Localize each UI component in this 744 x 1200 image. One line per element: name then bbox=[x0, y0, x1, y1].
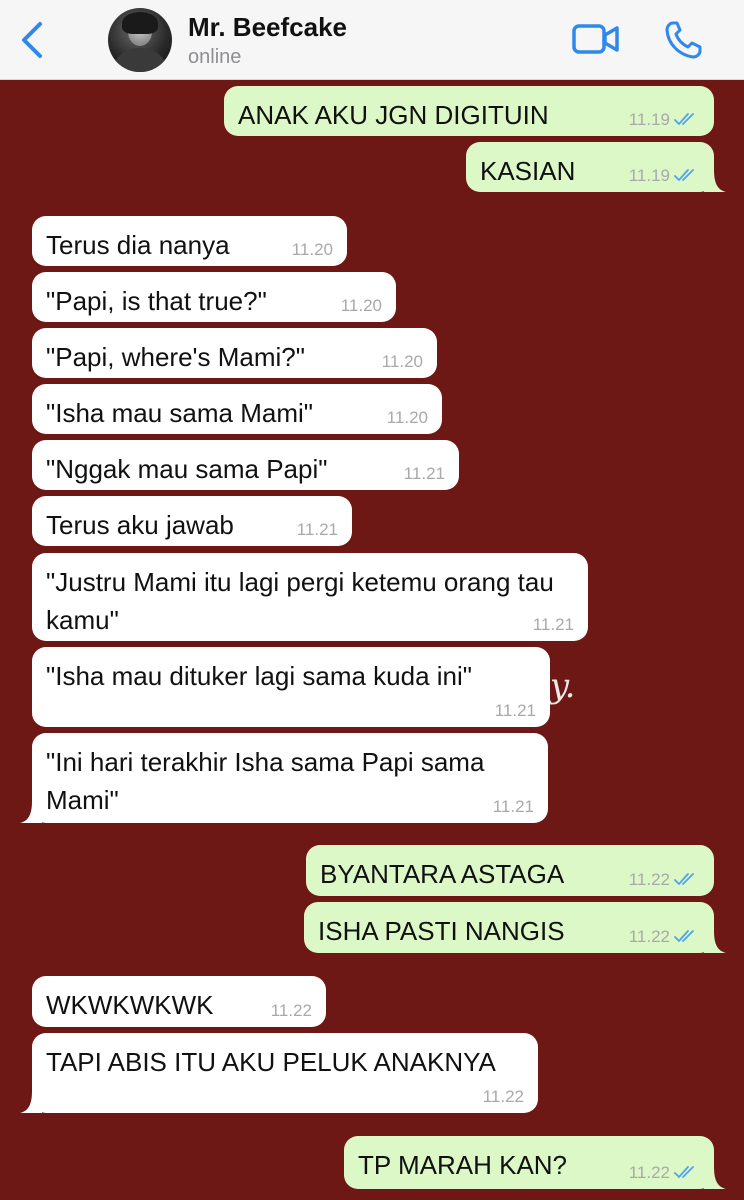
message-time: 11.22 bbox=[628, 1163, 670, 1182]
message-meta: 11.22 bbox=[271, 1001, 312, 1021]
message-time: 11.20 bbox=[386, 408, 428, 427]
message-text: "Papi, is that true?" bbox=[46, 286, 267, 316]
chat-header: Mr. Beefcake online bbox=[0, 0, 744, 80]
message-time: 11.19 bbox=[628, 110, 670, 129]
message-text: TAPI ABIS ITU AKU PELUK ANAKNYA bbox=[46, 1047, 496, 1077]
message-meta: 11.22 bbox=[483, 1087, 524, 1107]
double-check-icon bbox=[674, 930, 694, 942]
message-meta: 11.21 bbox=[404, 464, 445, 484]
contact-status: online bbox=[188, 46, 242, 68]
message-text: Terus dia nanya bbox=[46, 230, 230, 260]
message-time: 11.21 bbox=[492, 797, 534, 816]
incoming-message[interactable]: "Isha mau dituker lagi sama kuda ini" 11.… bbox=[32, 647, 550, 727]
outgoing-message[interactable]: ANAK AKU JGN DIGITUIN 11.19 bbox=[224, 86, 714, 136]
message-meta: 11.22 bbox=[629, 927, 698, 947]
incoming-message[interactable]: "Papi, where's Mami?" 11.20 bbox=[32, 328, 437, 378]
incoming-message[interactable]: "Papi, is that true?" 11.20 bbox=[32, 272, 396, 322]
incoming-message[interactable]: "Isha mau sama Mami" 11.20 bbox=[32, 384, 442, 434]
message-meta: 11.20 bbox=[292, 240, 333, 260]
message-time: 11.22 bbox=[270, 1001, 312, 1020]
phone-icon bbox=[665, 21, 702, 59]
outgoing-message[interactable]: BYANTARA ASTAGA 11.22 bbox=[306, 845, 714, 896]
message-meta: 11.20 bbox=[341, 296, 382, 316]
bubble-tail bbox=[20, 801, 42, 823]
bubble-tail bbox=[20, 1091, 42, 1113]
bubble-tail bbox=[704, 931, 726, 953]
message-text: "Justru Mami itu lagi pergi ketemu orang… bbox=[46, 567, 554, 635]
outgoing-message[interactable]: TP MARAH KAN? 11.22 bbox=[344, 1136, 726, 1189]
message-time: 11.21 bbox=[403, 464, 445, 483]
message-time: 11.20 bbox=[291, 240, 333, 259]
message-time: 11.21 bbox=[296, 520, 338, 539]
incoming-message[interactable]: "Justru Mami itu lagi pergi ketemu orang… bbox=[32, 553, 588, 641]
back-button[interactable] bbox=[18, 20, 48, 60]
incoming-message[interactable]: "Ini hari terakhir Isha sama Papi sama M… bbox=[20, 733, 548, 823]
message-time: 11.21 bbox=[494, 701, 536, 720]
contact-name[interactable]: Mr. Beefcake bbox=[188, 12, 347, 43]
incoming-message[interactable]: "Nggak mau sama Papi" 11.21 bbox=[32, 440, 459, 490]
video-camera-icon bbox=[572, 24, 619, 54]
message-meta: 11.21 bbox=[533, 615, 574, 635]
message-text: Terus aku jawab bbox=[46, 510, 234, 540]
message-text: "Nggak mau sama Papi" bbox=[46, 454, 328, 484]
message-time: 11.21 bbox=[532, 615, 574, 634]
message-time: 11.19 bbox=[628, 166, 670, 185]
message-meta: 11.21 bbox=[495, 701, 536, 721]
message-text: "Isha mau dituker lagi sama kuda ini" bbox=[46, 661, 473, 691]
message-text: "Isha mau sama Mami" bbox=[46, 398, 313, 428]
double-check-icon bbox=[674, 873, 694, 885]
incoming-message[interactable]: Terus aku jawab 11.21 bbox=[32, 496, 352, 546]
message-meta: 11.19 bbox=[629, 110, 698, 130]
incoming-message[interactable]: WKWKWKWK 11.22 bbox=[32, 976, 326, 1027]
message-time: 11.22 bbox=[628, 870, 670, 889]
message-text: "Papi, where's Mami?" bbox=[46, 342, 305, 372]
bubble-tail bbox=[704, 1167, 726, 1189]
incoming-message[interactable]: TAPI ABIS ITU AKU PELUK ANAKNYA 11.22 bbox=[20, 1033, 538, 1113]
outgoing-message[interactable]: KASIAN 11.19 bbox=[466, 142, 726, 192]
voice-call-button[interactable] bbox=[664, 20, 702, 60]
double-check-icon bbox=[674, 169, 694, 181]
video-call-button[interactable] bbox=[572, 22, 620, 56]
chevron-left-icon bbox=[22, 22, 42, 58]
bubble-tail bbox=[704, 170, 726, 192]
message-meta: 11.21 bbox=[297, 520, 338, 540]
message-meta: 11.22 bbox=[629, 870, 698, 890]
incoming-message[interactable]: Terus dia nanya 11.20 bbox=[32, 216, 347, 266]
message-meta: 11.19 bbox=[629, 166, 698, 186]
message-time: 11.20 bbox=[381, 352, 423, 371]
double-check-icon bbox=[674, 113, 694, 125]
message-meta: 11.20 bbox=[387, 408, 428, 428]
message-meta: 11.20 bbox=[382, 352, 423, 372]
avatar[interactable] bbox=[108, 8, 172, 72]
outgoing-message[interactable]: ISHA PASTI NANGIS 11.22 bbox=[304, 902, 726, 953]
message-meta: 11.22 bbox=[629, 1163, 698, 1183]
message-time: 11.22 bbox=[628, 927, 670, 946]
double-check-icon bbox=[674, 1166, 694, 1178]
message-time: 11.22 bbox=[482, 1087, 524, 1106]
message-time: 11.20 bbox=[340, 296, 382, 315]
message-meta: 11.21 bbox=[493, 797, 534, 817]
message-text: "Ini hari terakhir Isha sama Papi sama M… bbox=[46, 747, 485, 815]
